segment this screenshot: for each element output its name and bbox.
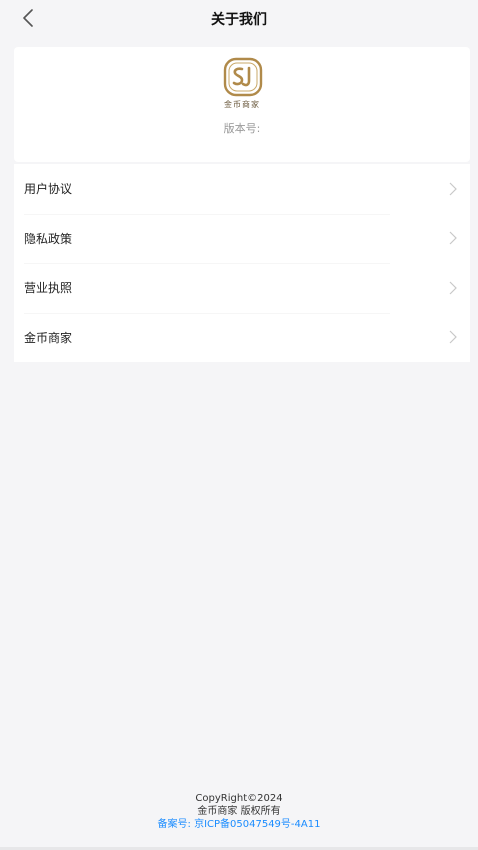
about-card: 金币商家 版本号: — [14, 47, 470, 162]
menu-item-business-license[interactable]: 营业执照 — [14, 263, 470, 313]
icp-record-link[interactable]: 备案号: 京ICP备05047549号-4A11 — [0, 818, 478, 831]
menu-item-privacy-policy[interactable]: 隐私政策 — [14, 213, 470, 264]
chevron-right-icon — [448, 281, 458, 295]
rights-text: 金币商家 版权所有 — [197, 806, 281, 817]
top-nav-bar: 关于我们 — [0, 0, 478, 36]
menu-item-user-agreement[interactable]: 用户协议 — [14, 164, 470, 214]
menu-item-label: 隐私政策 — [24, 231, 73, 246]
footer: CopyRight©2024 金币商家 版权所有 备案号: 京ICP备05047… — [0, 792, 478, 831]
menu-item-merchant[interactable]: 金币商家 — [14, 312, 470, 363]
chevron-right-icon — [448, 182, 458, 196]
menu-item-label: 用户协议 — [24, 182, 73, 197]
version-label: 版本号: — [223, 122, 261, 135]
logo-wordmark: 金币商家 — [224, 100, 260, 109]
menu-item-label: 营业执照 — [24, 281, 73, 296]
copyright-text: CopyRight©2024 — [195, 793, 283, 804]
chevron-right-icon — [448, 231, 458, 245]
menu-list: 用户协议 隐私政策 营业执照 金币商家 — [14, 164, 470, 362]
chevron-right-icon — [448, 330, 458, 344]
page-title: 关于我们 — [211, 12, 267, 28]
menu-item-label: 金币商家 — [24, 330, 73, 345]
brand-logo — [223, 57, 263, 97]
